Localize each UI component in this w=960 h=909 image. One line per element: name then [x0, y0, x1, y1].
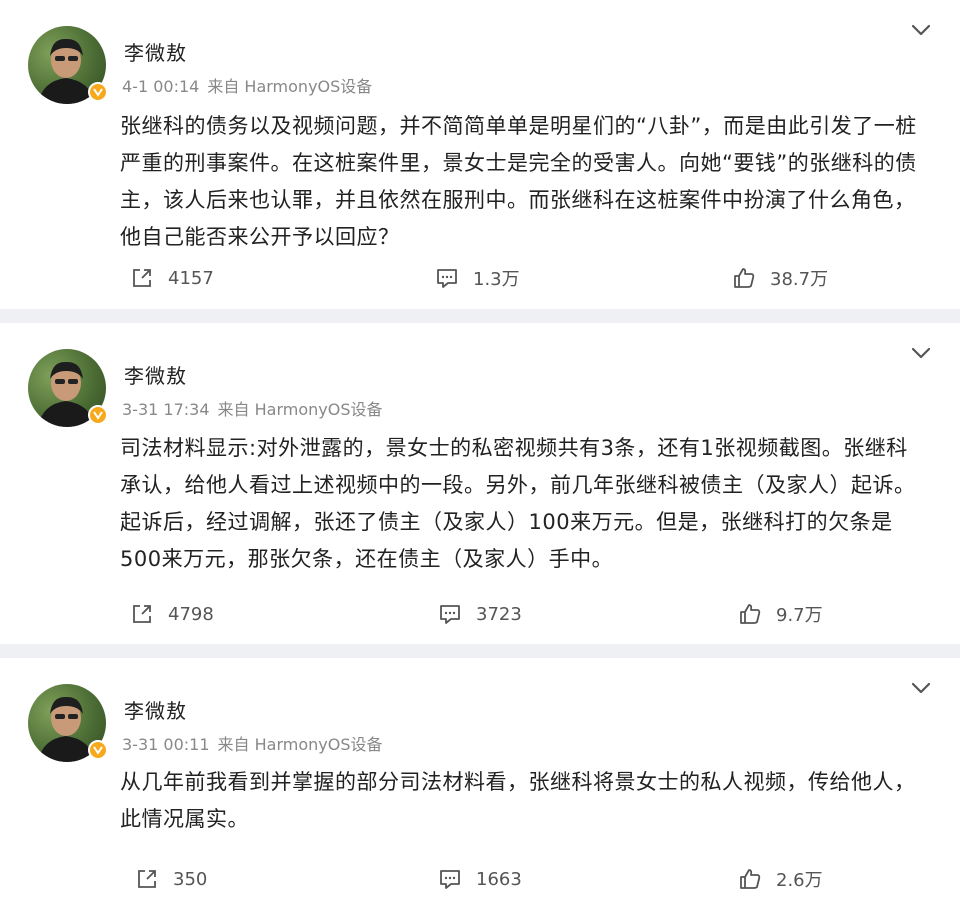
avatar[interactable] — [28, 26, 108, 104]
post-meta: 4-1 00:14 来自 HarmonyOS设备 — [122, 73, 380, 97]
verified-badge-icon — [88, 405, 108, 425]
post-time[interactable]: 3-31 17:34 — [122, 400, 210, 419]
like-button[interactable]: 9.7万 — [738, 599, 823, 629]
repost-count: 4157 — [168, 267, 214, 289]
like-icon — [740, 869, 761, 889]
like-icon — [734, 268, 755, 288]
like-count: 38.7万 — [770, 269, 829, 290]
post-meta: 3-31 00:11 来自 HarmonyOS设备 — [122, 731, 390, 755]
repost-button[interactable]: 4157 — [130, 263, 214, 293]
verified-badge-icon — [88, 82, 108, 102]
repost-count: 350 — [173, 868, 208, 890]
like-count: 9.7万 — [776, 605, 823, 626]
post-source: 来自 HarmonyOS设备 — [207, 77, 373, 96]
comment-icon — [437, 269, 457, 288]
chevron-down-icon[interactable] — [910, 22, 932, 38]
post-time[interactable]: 3-31 00:11 — [122, 735, 210, 754]
weibo-feed: 李微敖 4-1 00:14 来自 HarmonyOS设备 张继科的债务以及视频问题… — [0, 0, 960, 909]
post-text: 从几年前我看到并掌握的部分司法材料看，张继科将景女士的私人视频，传给他人，此情况… — [120, 770, 916, 831]
username[interactable]: 李微敖 — [124, 360, 187, 389]
avatar[interactable] — [28, 684, 108, 762]
comment-icon — [440, 605, 460, 624]
comment-count: 1.3万 — [473, 269, 520, 290]
repost-icon — [138, 870, 156, 888]
post-source: 来自 HarmonyOS设备 — [217, 400, 383, 419]
like-button[interactable]: 38.7万 — [732, 263, 828, 293]
post-actions: 4157 1.3万 38.7万 — [0, 263, 960, 293]
repost-icon — [133, 605, 151, 623]
post-time[interactable]: 4-1 00:14 — [122, 77, 199, 96]
like-count: 2.6万 — [776, 870, 823, 891]
like-icon — [740, 604, 761, 624]
comment-button[interactable]: 1663 — [438, 864, 522, 894]
comment-button[interactable]: 3723 — [438, 599, 522, 629]
avatar[interactable] — [28, 349, 108, 427]
comment-count: 1663 — [476, 868, 522, 890]
post-card: 李微敖 4-1 00:14 来自 HarmonyOS设备 张继科的债务以及视频问题… — [0, 0, 960, 309]
post-actions: 350 1663 2.6万 — [0, 864, 960, 894]
post-card: 李微敖 3-31 17:34 来自 HarmonyOS设备 司法材料显示:对外泄露… — [0, 323, 960, 644]
chevron-down-icon[interactable] — [910, 345, 932, 361]
post-card: 李微敖 3-31 00:11 来自 HarmonyOS设备 从几年前我看到并掌握的… — [0, 658, 960, 909]
post-text: 张继科的债务以及视频问题，并不简简单单是明星们的“八卦”，而是由此引发了一桩严重… — [120, 114, 917, 249]
like-button[interactable]: 2.6万 — [738, 864, 823, 894]
chevron-down-icon[interactable] — [910, 680, 932, 696]
verified-badge-icon — [88, 740, 108, 760]
post-actions: 4798 3723 9.7万 — [0, 599, 960, 629]
username[interactable]: 李微敖 — [124, 37, 187, 66]
repost-count: 4798 — [168, 603, 214, 625]
repost-button[interactable]: 4798 — [130, 599, 214, 629]
comment-button[interactable]: 1.3万 — [435, 263, 520, 293]
post-source: 来自 HarmonyOS设备 — [217, 735, 383, 754]
comment-count: 3723 — [476, 603, 522, 625]
repost-icon — [133, 269, 151, 287]
comment-icon — [440, 870, 460, 889]
post-text: 司法材料显示:对外泄露的，景女士的私密视频共有3条，还有1张视频截图。张继科承认… — [120, 436, 916, 571]
repost-button[interactable]: 350 — [135, 864, 207, 894]
post-meta: 3-31 17:34 来自 HarmonyOS设备 — [122, 396, 390, 420]
username[interactable]: 李微敖 — [124, 695, 187, 724]
